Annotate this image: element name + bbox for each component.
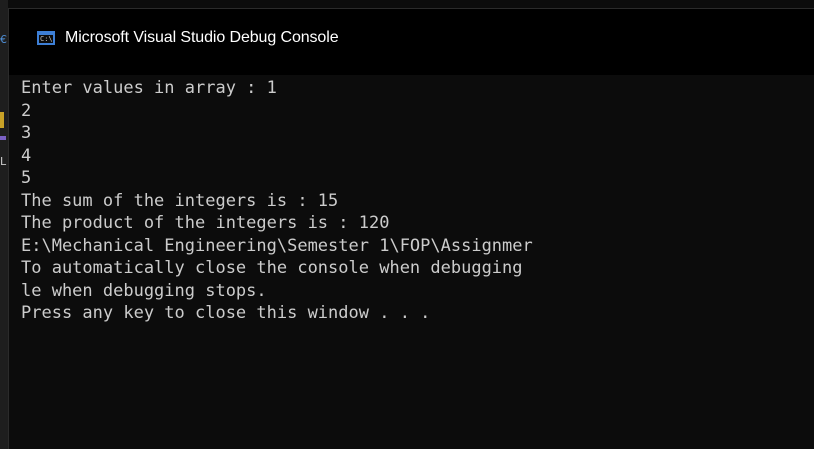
console-line: 5 (21, 168, 32, 188)
ide-breakpoint-marker (0, 112, 4, 128)
debug-console-window[interactable]: C:\ Microsoft Visual Studio Debug Consol… (8, 8, 814, 449)
console-line: The sum of the integers is : 15 (21, 190, 339, 211)
console-line: Press any key to close this window . . . (21, 303, 431, 323)
console-line: le when debugging stops. (21, 280, 267, 301)
console-line: To automatically close the console when … (21, 258, 523, 278)
screen: € L C:\ Microsoft Visual Studio Debug Co… (0, 0, 814, 449)
ide-editor-strip: € L (0, 0, 8, 449)
console-icon-glyph: C:\ (40, 35, 53, 43)
ide-margin-glyph: L (0, 155, 7, 168)
ide-margin-bar (0, 136, 6, 140)
ide-margin-glyph: € (0, 33, 7, 46)
console-app-icon[interactable]: C:\ (37, 31, 55, 45)
console-line: 3 (21, 123, 32, 143)
title-bar[interactable]: C:\ Microsoft Visual Studio Debug Consol… (9, 9, 814, 75)
console-line: Enter values in array : 1 (21, 78, 277, 98)
console-line: 4 (21, 145, 32, 166)
console-output[interactable]: Enter values in array : 1 2 3 4 5 The su… (21, 77, 814, 449)
console-line: E:\Mechanical Engineering\Semester 1\FOP… (21, 235, 533, 256)
console-line: The product of the integers is : 120 (21, 213, 390, 233)
window-title: Microsoft Visual Studio Debug Console (65, 29, 339, 46)
console-line: 2 (21, 100, 32, 121)
